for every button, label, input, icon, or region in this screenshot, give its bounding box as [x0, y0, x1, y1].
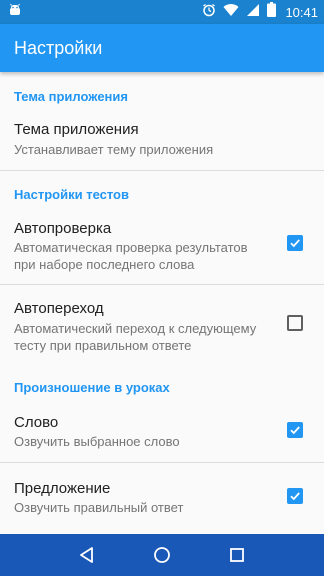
home-icon[interactable] — [150, 543, 174, 567]
pref-sentence[interactable]: Предложение Озвучить правильный ответ — [0, 463, 324, 531]
back-icon[interactable] — [75, 543, 99, 567]
pref-autoadvance[interactable]: Автопереход Автоматический переход к сле… — [0, 285, 324, 365]
app-bar: Настройки — [0, 24, 324, 72]
nav-bar — [0, 534, 324, 576]
battery-icon — [267, 2, 277, 22]
checkmark-icon — [290, 492, 300, 501]
pref-autocheck[interactable]: Автопроверка Автоматическая проверка рез… — [0, 208, 324, 284]
divider — [0, 170, 324, 171]
pref-title: Автопереход — [14, 300, 104, 317]
section-header-theme: Тема приложения — [14, 89, 128, 104]
pref-summary: Озвучить выбранное слово — [14, 434, 180, 449]
section-header-pronunciation: Произношение в уроках — [14, 380, 170, 395]
pref-summary: Автоматическая проверка результатов при … — [14, 240, 248, 272]
pref-title: Слово — [14, 414, 59, 431]
word-checkbox[interactable] — [287, 422, 303, 438]
signal-icon — [246, 3, 260, 22]
alarm-icon — [202, 3, 216, 22]
recents-icon[interactable] — [225, 543, 249, 567]
settings-list: Тема приложения Тема приложения Устанавл… — [0, 72, 324, 534]
android-icon — [8, 3, 22, 22]
wifi-icon — [223, 3, 239, 22]
pref-title: Автопроверка — [14, 220, 112, 237]
section-header-tests: Настройки тестов — [14, 187, 129, 202]
checkmark-icon — [290, 239, 300, 248]
page-title: Настройки — [14, 37, 103, 58]
autocheck-checkbox[interactable] — [287, 235, 303, 251]
sentence-checkbox[interactable] — [287, 488, 303, 504]
pref-word[interactable]: Слово Озвучить выбранное слово — [0, 402, 324, 462]
checkmark-icon — [290, 426, 300, 435]
pref-summary: Озвучить правильный ответ — [14, 500, 184, 515]
pref-title: Тема приложения — [14, 121, 139, 138]
pref-summary: Автоматический переход к следующему тест… — [14, 321, 257, 353]
status-bar: 10:41 — [0, 0, 324, 24]
pref-summary: Устанавливает тему приложения — [14, 142, 214, 157]
pref-app-theme[interactable]: Тема приложения Устанавливает тему прило… — [0, 110, 324, 170]
status-time: 10:41 — [285, 4, 318, 20]
pref-title: Предложение — [14, 480, 111, 497]
autoadvance-checkbox[interactable] — [287, 315, 303, 331]
